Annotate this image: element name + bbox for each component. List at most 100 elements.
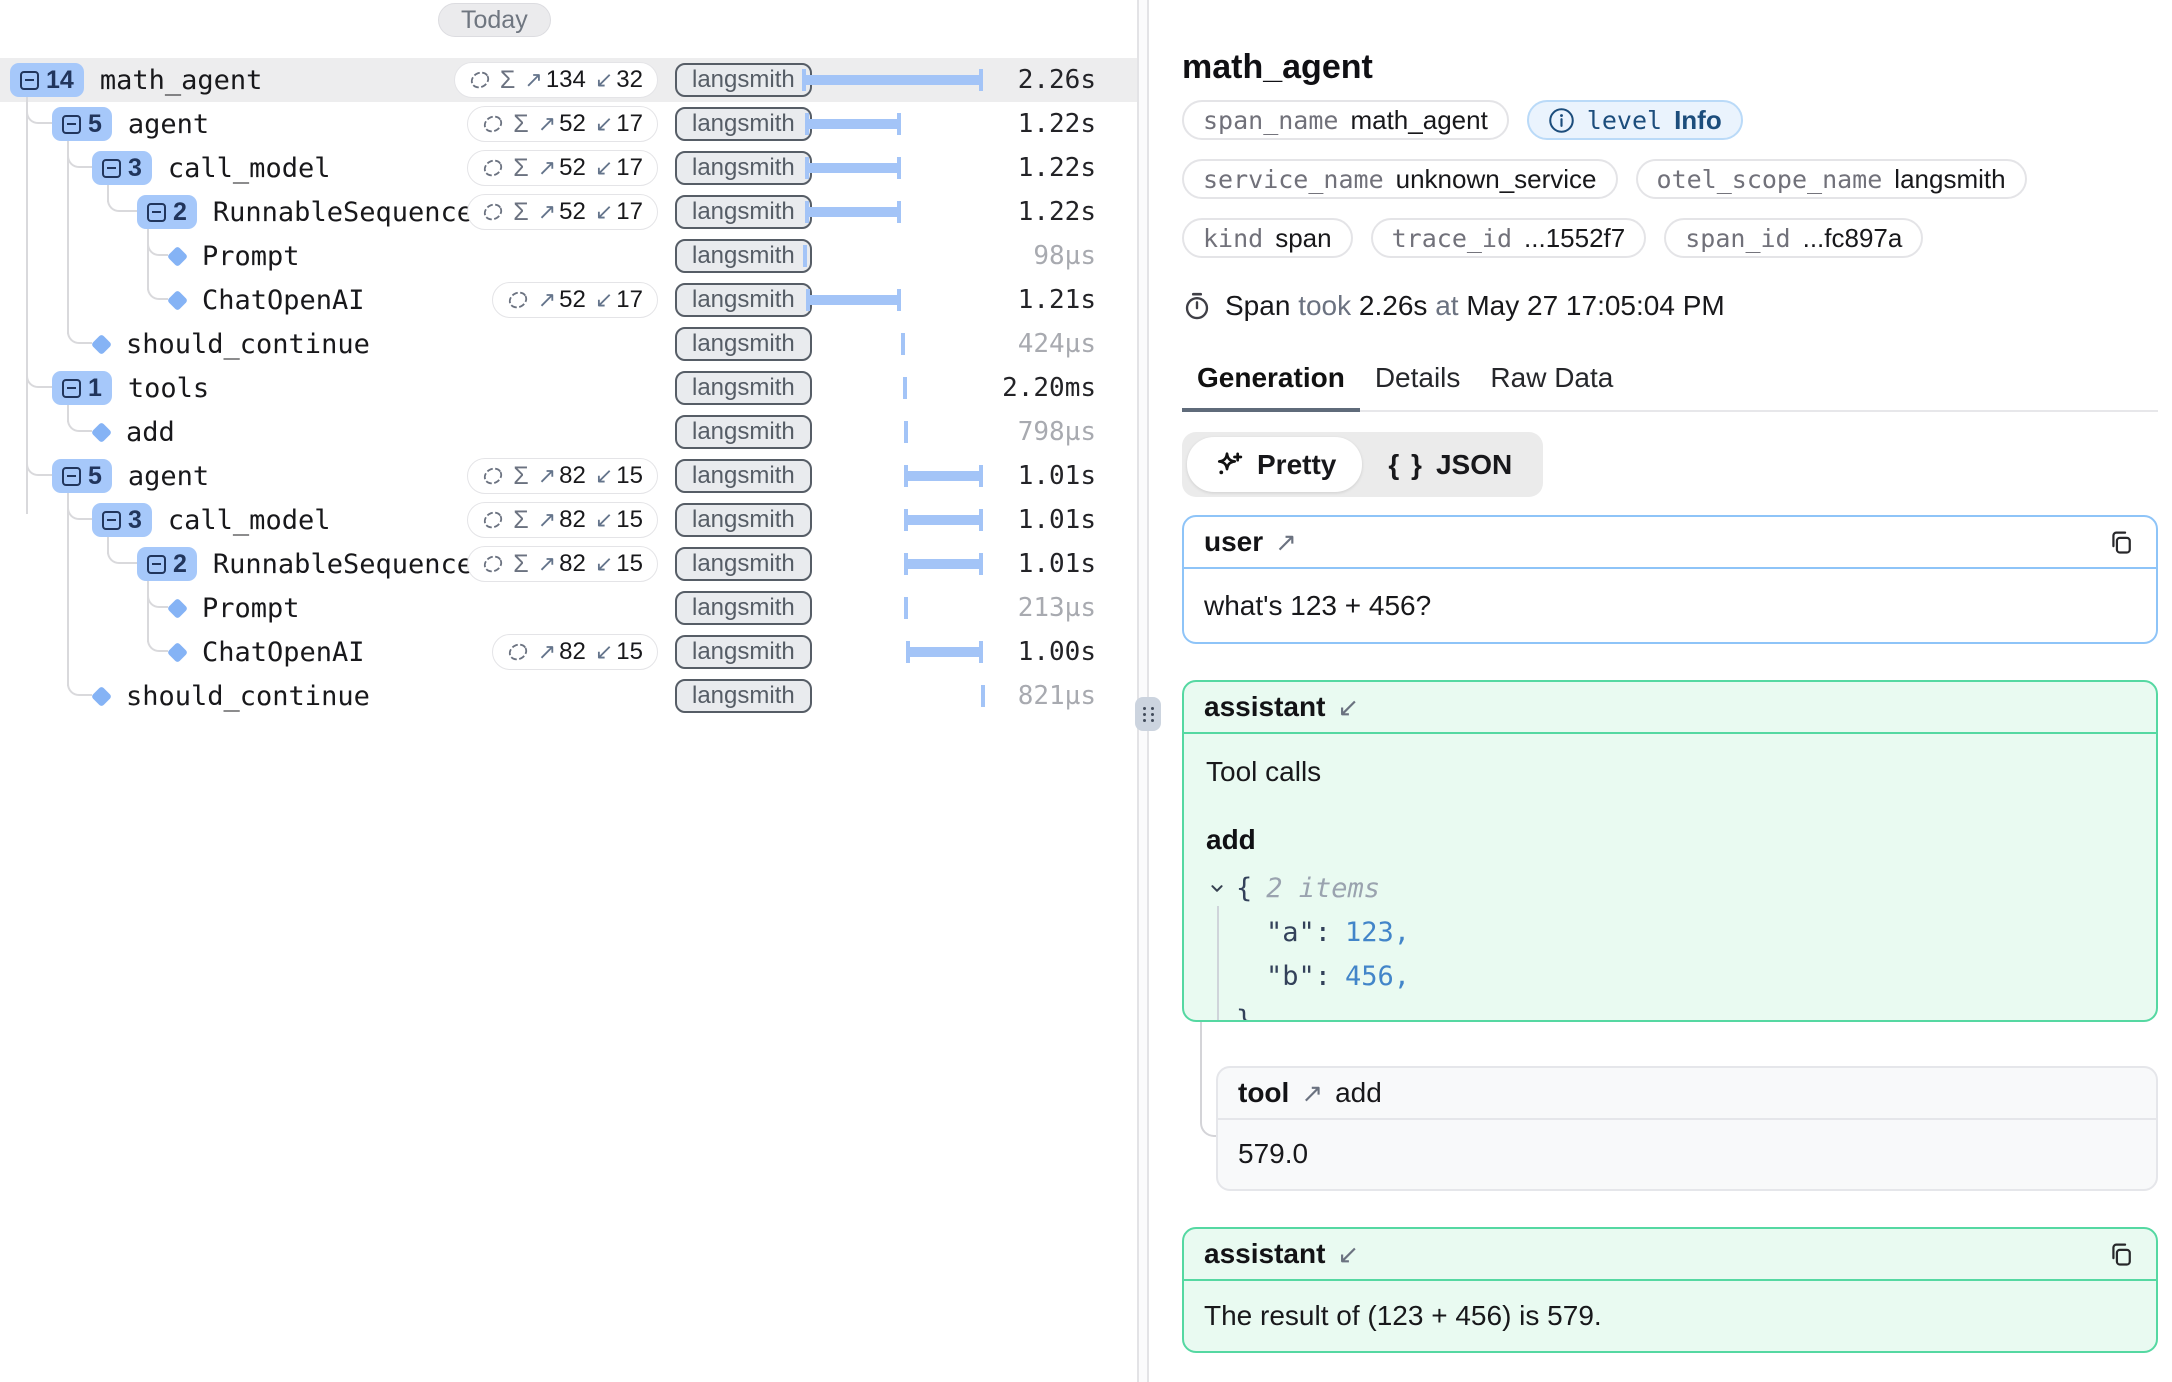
span-duration: 2.26s (876, 58, 1096, 102)
copy-button[interactable] (2106, 1239, 2136, 1269)
output-tokens: 17 (616, 198, 643, 226)
langsmith-tag: langsmith (675, 547, 812, 581)
trace-span-row[interactable]: 14 math_agent Σ ↗134 ↙32 langsmith 2.26s (0, 58, 1137, 102)
collapse-toggle-badge[interactable]: 3 (92, 503, 152, 537)
langsmith-tag: langsmith (675, 283, 812, 317)
trace-span-row[interactable]: should_continue langsmith 821µs (0, 674, 1137, 718)
child-count: 2 (173, 550, 187, 579)
collapse-minus-icon (102, 159, 121, 178)
tokens-coin-icon (482, 157, 504, 179)
langsmith-tag: langsmith (675, 503, 812, 537)
arrow-down-left-icon: ↙ (595, 551, 613, 577)
span-name: math_agent (100, 65, 263, 96)
output-tokens: 17 (616, 286, 643, 314)
span-duration: 98µs (876, 234, 1096, 278)
json-view-button[interactable]: { } JSON (1362, 437, 1538, 492)
chevron-down-icon[interactable] (1206, 877, 1228, 899)
sigma-icon: Σ (500, 68, 515, 93)
arrow-up-right-icon: ↗ (538, 287, 556, 313)
sigma-icon: Σ (513, 552, 528, 577)
view-mode-toggle: Pretty { } JSON (1182, 432, 1543, 497)
span-name: call_model (168, 505, 331, 536)
input-tokens: 82 (559, 638, 586, 666)
collapse-toggle-badge[interactable]: 5 (52, 107, 112, 141)
copy-button[interactable] (2106, 527, 2136, 557)
tab-raw-data[interactable]: Raw Data (1475, 356, 1628, 412)
langsmith-tag: langsmith (675, 151, 812, 185)
collapse-minus-icon (147, 555, 166, 574)
child-count: 2 (173, 198, 187, 227)
copy-icon (2107, 1240, 2135, 1268)
token-usage-pill: Σ ↗52 ↙17 (467, 194, 658, 230)
trace-span-row[interactable]: should_continue langsmith 424µs (0, 322, 1137, 366)
attribute-pill-service_name: service_nameunknown_service (1182, 159, 1618, 199)
trace-span-row[interactable]: 3 call_model Σ ↗52 ↙17 langsmith 1.22s (0, 146, 1137, 190)
span-duration: 821µs (876, 674, 1096, 718)
detail-tabs: GenerationDetailsRaw Data (1182, 356, 2158, 412)
span-duration: 424µs (876, 322, 1096, 366)
arrow-down-left-icon: ↙ (595, 155, 613, 181)
langsmith-tag: langsmith (675, 459, 812, 493)
arrow-up-right-icon: ↗ (1275, 527, 1297, 558)
trace-span-row[interactable]: add langsmith 798µs (0, 410, 1137, 454)
span-duration: 1.22s (876, 190, 1096, 234)
collapse-toggle-badge[interactable]: 5 (52, 459, 112, 493)
tokens-coin-icon (507, 289, 529, 311)
span-duration: 1.00s (876, 630, 1096, 674)
collapse-toggle-badge[interactable]: 2 (137, 195, 197, 229)
close-brace: } (1236, 1005, 1252, 1023)
trace-span-row[interactable]: Prompt langsmith 98µs (0, 234, 1137, 278)
leaf-diamond-icon (168, 291, 186, 309)
trace-span-row[interactable]: 1 tools langsmith 2.20ms (0, 366, 1137, 410)
trace-tree-panel: Today 14 math_agent (0, 0, 1137, 1382)
output-tokens: 32 (616, 66, 643, 94)
panel-splitter (1137, 0, 1149, 1382)
tab-generation[interactable]: Generation (1182, 356, 1360, 412)
user-message-header: user ↗ (1184, 517, 2156, 569)
token-usage-pill: Σ ↗134 ↙32 (454, 62, 658, 98)
child-count: 3 (128, 506, 142, 535)
token-usage-pill: ↗52 ↙17 (492, 282, 658, 318)
sigma-icon: Σ (513, 156, 528, 181)
collapse-toggle-badge[interactable]: 1 (52, 371, 112, 405)
span-name: call_model (168, 153, 331, 184)
trace-span-row[interactable]: ChatOpenAI ↗52 ↙17 langsmith 1.21s (0, 278, 1137, 322)
attribute-value: ...1552f7 (1524, 223, 1625, 254)
tool-args-json-viewer: { 2 items "a": 123, "b": 456, } (1184, 866, 2156, 1022)
sigma-icon: Σ (513, 112, 528, 137)
span-duration: 1.22s (876, 102, 1096, 146)
trace-span-row[interactable]: ChatOpenAI ↗82 ↙15 langsmith 1.00s (0, 630, 1137, 674)
trace-span-row[interactable]: 2 RunnableSequence Σ ↗52 ↙17 langsmith 1… (0, 190, 1137, 234)
arrow-up-right-icon: ↗ (538, 111, 556, 137)
json-value: 456, (1345, 961, 1410, 992)
output-tokens: 15 (616, 506, 643, 534)
span-duration: 1.22s (876, 146, 1096, 190)
span-duration: 2.20ms (876, 366, 1096, 410)
tab-details[interactable]: Details (1360, 356, 1476, 412)
output-tokens: 15 (616, 462, 643, 490)
trace-span-row[interactable]: 5 agent Σ ↗52 ↙17 langsmith 1.22s (0, 102, 1137, 146)
trace-span-row[interactable]: 2 RunnableSequence Σ ↗82 ↙15 langsmith 1… (0, 542, 1137, 586)
tokens-coin-icon (469, 69, 491, 91)
attribute-pill-kind: kindspan (1182, 218, 1353, 258)
trace-span-row[interactable]: Prompt langsmith 213µs (0, 586, 1137, 630)
output-tokens: 15 (616, 550, 643, 578)
json-key: "b": (1266, 961, 1331, 992)
trace-span-row[interactable]: 5 agent Σ ↗82 ↙15 langsmith 1.01s (0, 454, 1137, 498)
collapse-toggle-badge[interactable]: 2 (137, 547, 197, 581)
tool-connector-line (1200, 1022, 1217, 1137)
token-usage-pill: Σ ↗82 ↙15 (467, 502, 658, 538)
pretty-view-button[interactable]: Pretty (1187, 437, 1362, 492)
collapse-toggle-badge[interactable]: 14 (10, 63, 84, 97)
token-usage-pill: Σ ↗82 ↙15 (467, 546, 658, 582)
splitter-drag-handle[interactable] (1135, 697, 1161, 731)
child-count: 1 (88, 374, 102, 403)
child-count: 3 (128, 154, 142, 183)
trace-span-row[interactable]: 3 call_model Σ ↗82 ↙15 langsmith 1.01s (0, 498, 1137, 542)
sparkles-icon (1213, 449, 1245, 481)
tool-result-card: tool ↗ add 579.0 (1216, 1066, 2158, 1191)
collapse-toggle-badge[interactable]: 3 (92, 151, 152, 185)
collapse-minus-icon (62, 467, 81, 486)
span-name: agent (128, 109, 209, 140)
assistant-final-content: The result of (123 + 456) is 579. (1184, 1281, 2156, 1351)
